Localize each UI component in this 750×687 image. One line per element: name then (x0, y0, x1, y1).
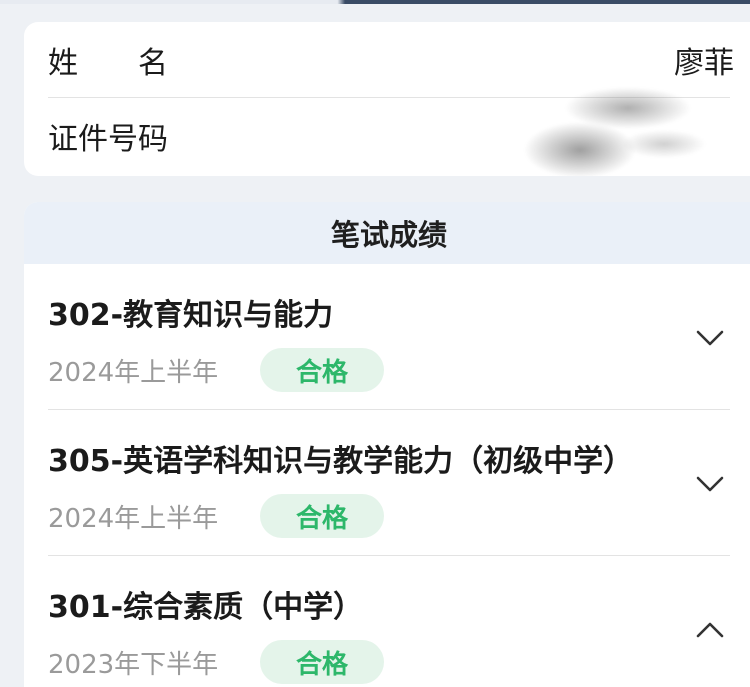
score-item[interactable]: 305-英语学科知识与教学能力（初级中学） 2024年上半年 合格 (48, 410, 730, 556)
name-label: 姓 名 (48, 38, 168, 82)
name-label-char-1: 姓 (48, 45, 78, 81)
score-item[interactable]: 301-综合素质（中学） 2023年下半年 合格 (48, 556, 730, 687)
score-item[interactable]: 302-教育知识与能力 2024年上半年 合格 (48, 264, 730, 410)
written-exam-scores-card: 笔试成绩 302-教育知识与能力 2024年上半年 合格 305-英语学科知识与… (24, 202, 750, 687)
status-badge: 合格 (260, 348, 384, 392)
id-number-row: 证件号码 (48, 98, 730, 174)
chevron-down-icon[interactable] (694, 468, 726, 500)
name-label-char-2: 名 (138, 45, 168, 81)
name-value: 廖菲 (674, 45, 734, 81)
exam-term: 2024年上半年 (48, 504, 219, 534)
status-badge: 合格 (260, 640, 384, 684)
subject-name: 301-综合素质（中学） (48, 590, 364, 625)
name-row: 姓 名 廖菲 (48, 22, 734, 98)
id-number-label: 证件号码 (48, 122, 168, 157)
top-strip (0, 0, 750, 4)
scores-header: 笔试成绩 (24, 202, 750, 264)
chevron-down-icon[interactable] (694, 322, 726, 354)
personal-info-card: 姓 名 廖菲 证件号码 (24, 22, 750, 176)
chevron-up-icon[interactable] (694, 614, 726, 646)
status-badge: 合格 (260, 494, 384, 538)
exam-term: 2024年上半年 (48, 358, 219, 388)
subject-name: 302-教育知识与能力 (48, 298, 334, 333)
subject-name: 305-英语学科知识与教学能力（初级中学） (48, 444, 634, 479)
exam-term: 2023年下半年 (48, 650, 219, 680)
